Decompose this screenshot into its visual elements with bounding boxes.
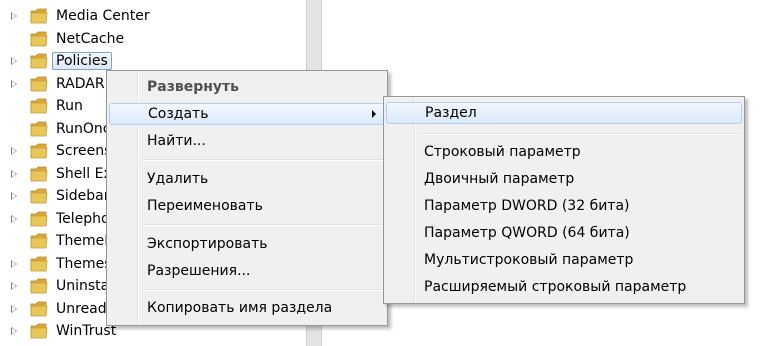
submenu-item-key[interactable]: Раздел — [386, 102, 742, 124]
submenu-item-string-label: Строковый параметр — [424, 144, 581, 160]
tree-item-label: RADAR — [56, 75, 105, 92]
expand-arrow-icon[interactable] — [11, 214, 17, 223]
submenu-item-qword-label: Параметр QWORD (64 бита) — [424, 225, 630, 241]
folder-icon — [30, 233, 48, 249]
menu-item-permissions-label: Разрешения... — [147, 263, 251, 279]
expand-arrow-icon[interactable] — [11, 57, 17, 65]
expand-arrow-icon[interactable] — [11, 147, 17, 155]
expand-arrow-icon[interactable] — [11, 282, 17, 290]
tree-item-label: Run — [56, 98, 83, 114]
expand-arrow-icon[interactable] — [11, 304, 17, 313]
tree-item-label: Sidebar — [56, 188, 110, 204]
folder-icon — [30, 31, 48, 46]
menu-item-rename-label: Переименовать — [147, 198, 263, 214]
submenu-item-key-label: Раздел — [425, 105, 477, 121]
submenu-item-dword-label: Параметр DWORD (32 бита) — [424, 198, 630, 214]
submenu-item-expandable-string-label: Расширяемый строковый параметр — [424, 279, 687, 295]
folder-icon — [30, 323, 48, 339]
tree-item-label: Media Center — [56, 8, 150, 24]
submenu-item-expandable-string[interactable]: Расширяемый строковый параметр — [386, 276, 742, 298]
submenu-item-string[interactable]: Строковый параметр — [386, 141, 742, 163]
menu-item-copy-key-name[interactable]: Копировать имя раздела — [109, 297, 385, 319]
expand-arrow-icon[interactable] — [11, 79, 17, 88]
menu-item-copy-key-name-label: Копировать имя раздела — [147, 300, 333, 316]
folder-icon — [30, 256, 48, 271]
submenu-item-binary[interactable]: Двоичный параметр — [386, 168, 742, 190]
expand-arrow-icon[interactable] — [11, 12, 17, 20]
menu-item-rename[interactable]: Переименовать — [109, 195, 385, 217]
folder-icon — [30, 278, 48, 294]
folder-icon — [30, 121, 48, 136]
context-menu: Развернуть Создать Найти... Удалить Пере… — [106, 70, 388, 326]
submenu-item-dword[interactable]: Параметр DWORD (32 бита) — [386, 195, 742, 217]
folder-icon — [30, 53, 48, 69]
submenu-item-multi-string-label: Мультистроковый параметр — [424, 252, 634, 268]
submenu-arrow-icon — [372, 110, 376, 118]
tree-item[interactable]: NetCache — [0, 28, 306, 50]
folder-icon — [30, 188, 48, 204]
submenu-item-multi-string[interactable]: Мультистроковый параметр — [386, 249, 742, 271]
menu-separator — [143, 159, 383, 161]
expand-arrow-icon[interactable] — [11, 259, 17, 268]
expand-arrow-icon[interactable] — [11, 169, 17, 178]
tree-item-label: Policies — [52, 52, 112, 70]
menu-item-permissions[interactable]: Разрешения... — [109, 260, 385, 282]
menu-item-expand[interactable]: Развернуть — [109, 76, 385, 98]
folder-icon — [30, 301, 48, 316]
folder-icon — [30, 211, 48, 226]
expand-arrow-icon[interactable] — [11, 327, 17, 335]
menu-separator — [420, 133, 740, 135]
menu-item-create-label: Создать — [148, 106, 209, 122]
tree-item[interactable]: Media Center — [0, 5, 306, 27]
menu-item-find-label: Найти... — [147, 133, 206, 149]
submenu-item-binary-label: Двоичный параметр — [424, 171, 575, 187]
create-submenu: Раздел Строковый параметр Двоичный парам… — [383, 96, 745, 304]
folder-icon — [30, 8, 48, 24]
menu-item-create[interactable]: Создать — [109, 103, 385, 125]
tree-item-label: NetCache — [56, 30, 125, 47]
folder-icon — [30, 98, 48, 114]
menu-item-export-label: Экспортировать — [147, 236, 268, 252]
menu-item-find[interactable]: Найти... — [109, 130, 385, 152]
tree-item[interactable]: Policies — [0, 50, 306, 72]
folder-icon — [30, 143, 48, 159]
folder-icon — [30, 76, 48, 91]
expand-arrow-icon[interactable] — [11, 192, 17, 200]
menu-item-export[interactable]: Экспортировать — [109, 233, 385, 255]
folder-icon — [30, 166, 48, 181]
menu-item-expand-label: Развернуть — [147, 79, 239, 95]
submenu-item-qword[interactable]: Параметр QWORD (64 бита) — [386, 222, 742, 244]
menu-separator — [143, 289, 383, 291]
menu-item-delete-label: Удалить — [147, 171, 209, 187]
menu-item-delete[interactable]: Удалить — [109, 168, 385, 190]
menu-separator — [143, 224, 383, 226]
